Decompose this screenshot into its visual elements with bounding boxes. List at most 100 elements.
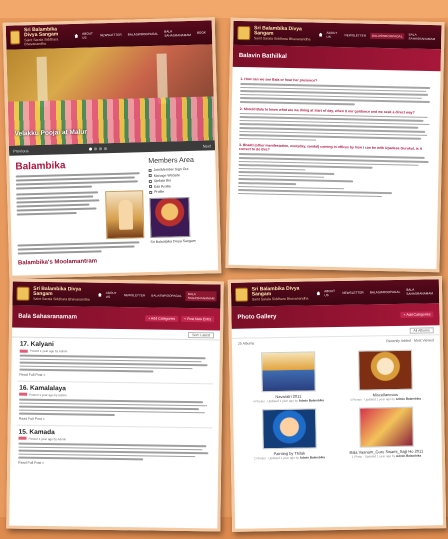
- nav-about[interactable]: ABOUT US: [324, 30, 340, 40]
- home-icon[interactable]: [98, 293, 102, 297]
- nav-bala-sahasranamam[interactable]: BALA SAHASRANAMAM: [185, 290, 217, 302]
- add-categories-button[interactable]: + Add Categories: [400, 311, 434, 318]
- gallery-grid: Navaratri 2011 4 Photos · Updated 1 year…: [232, 345, 442, 465]
- site-name: Sri Balambika Divya Sangam: [23, 26, 59, 39]
- entry-excerpt: [18, 442, 210, 462]
- site-header: Sri Balambika Divya Sangam Saint Sarala …: [230, 279, 440, 307]
- album-thumbnail[interactable]: [357, 349, 413, 391]
- main-nav: ABOUT US NEWSLETTER BALASWROOPAGAL BALA …: [319, 30, 438, 42]
- album-item[interactable]: Navaratri 2011 4 Photos · Updated 1 year…: [244, 351, 332, 404]
- sort-select[interactable]: Sort: Latest: [188, 331, 215, 338]
- screenshot-bathilkal: Sri Balambika Divya Sangam Saint Sarala …: [225, 17, 445, 273]
- slider-prev-button[interactable]: Previous: [13, 148, 29, 153]
- sangam-logo-image[interactable]: [149, 196, 191, 239]
- slider-dot[interactable]: [93, 146, 97, 150]
- nav-newsletter[interactable]: NEWSLETTER: [98, 32, 124, 39]
- nav-balaswroopagal[interactable]: BALASWROOPAGAL: [126, 31, 161, 38]
- site-logo[interactable]: [16, 286, 30, 301]
- home-icon[interactable]: [74, 34, 78, 38]
- slider-dot[interactable]: [88, 147, 92, 151]
- bullet-icon: [148, 179, 152, 183]
- album-item[interactable]: Painting by Thilak 2 Photos · Updated 1 …: [245, 408, 333, 461]
- nav-balaswroopagal[interactable]: BALASWROOPAGAL: [149, 292, 184, 298]
- site-header: Sri Balambika Divya Sangam Saint Sarala …: [12, 281, 221, 309]
- slider-next-button[interactable]: Next: [203, 143, 211, 148]
- answer-paragraph: [239, 112, 432, 144]
- site-logo[interactable]: [9, 30, 21, 45]
- read-more-link[interactable]: Read Full Post »: [19, 417, 211, 424]
- nav-newsletter[interactable]: NEWSLETTER: [340, 289, 366, 295]
- author-badge: [19, 393, 28, 397]
- album-owner-link[interactable]: Admin Balambika: [300, 455, 325, 459]
- nav-balaswroopagal[interactable]: BALASWROOPAGAL: [369, 32, 405, 40]
- album-thumbnail[interactable]: [358, 406, 414, 448]
- album-owner-link[interactable]: Admin Balambika: [396, 397, 421, 401]
- album-thumbnail[interactable]: [261, 408, 317, 450]
- album-item[interactable]: Miscellaneous 4 Photos · Updated 1 year …: [341, 349, 429, 402]
- sort-tabs[interactable]: Recently Added · Most Viewed: [386, 338, 434, 343]
- hero-pillar: [156, 53, 168, 104]
- members-link[interactable]: Profile: [149, 188, 211, 194]
- bullet-icon: [149, 190, 153, 194]
- members-area-title: Members Area: [148, 156, 194, 166]
- list-item: 16. Kamalalaya Posted 1 year ago by Admi…: [11, 382, 220, 428]
- entry-meta: Posted 1 year ago by Admin: [28, 436, 67, 442]
- hero-slideshow[interactable]: Velakku Poojai at Malur: [6, 44, 215, 146]
- site-tagline: Saint Sarala Siddhara Bhavanandha: [253, 36, 311, 42]
- nav-newsletter[interactable]: NEWSLETTER: [342, 32, 368, 39]
- answer-paragraph: [239, 83, 432, 107]
- site-tagline: Saint Sarala Siddhara Bhavanandha: [24, 37, 59, 46]
- home-icon[interactable]: [319, 33, 323, 37]
- album-thumbnail[interactable]: [260, 351, 316, 393]
- nav-newsletter[interactable]: NEWSLETTER: [122, 292, 148, 298]
- nav-about[interactable]: ABOUT US: [80, 30, 96, 40]
- screenshot-sahasranamam: Sri Balambika Divya Sangam Saint Sarala …: [6, 278, 224, 532]
- page-banner: Bala Sahasranamam + Add Categories + Pos…: [12, 305, 221, 331]
- home-icon[interactable]: [316, 291, 320, 295]
- balambika-image: [105, 190, 145, 240]
- page-title: Bala Sahasranamam: [18, 313, 77, 321]
- post-new-entry-button[interactable]: + Post New Entry: [181, 315, 215, 323]
- read-more-link[interactable]: Read Full Post »: [18, 461, 210, 468]
- entry-meta: Posted 1 year ago by Admin: [29, 348, 68, 354]
- nav-bala-sahasranamam[interactable]: BALA SAHASRANAMAM: [162, 28, 193, 39]
- members-sidebar: Members Area Join/Member Sign Out Manage…: [148, 156, 213, 263]
- answer-paragraph: [237, 153, 431, 198]
- main-nav: ABOUT US NEWSLETTER BALASWROOPAGAL BALA …: [316, 286, 435, 298]
- intro-paragraph: [15, 172, 143, 190]
- slider-dot[interactable]: [98, 146, 102, 150]
- site-tagline: Saint Sarala Siddhara Bhavanandha: [251, 296, 309, 302]
- nav-book[interactable]: BOOK: [195, 29, 208, 35]
- bullet-icon: [148, 168, 152, 172]
- slider-dots: [88, 146, 107, 151]
- author-badge: [19, 349, 28, 353]
- list-item: 17. Kalyani Posted 1 year ago by Admin R…: [11, 338, 220, 384]
- screenshot-photo-gallery: Sri Balambika Divya Sangam Saint Sarala …: [227, 276, 447, 532]
- author-badge: [18, 437, 27, 441]
- entry-excerpt: [18, 398, 211, 418]
- page-title: Balavin Bathilkal: [238, 52, 287, 60]
- nav-about[interactable]: ABOUT US: [104, 290, 120, 300]
- nav-about[interactable]: ABOUT US: [322, 288, 338, 298]
- page-title: Photo Gallery: [237, 314, 277, 321]
- bullet-icon: [148, 173, 152, 178]
- slider-dot[interactable]: [103, 146, 107, 150]
- hero-crowd-image: [7, 96, 215, 146]
- main-nav: ABOUT US NEWSLETTER BALASWROOPAGAL BALA …: [74, 27, 208, 40]
- album-owner-link[interactable]: Admin Balambika: [396, 454, 421, 458]
- nav-balaswroopagal[interactable]: BALASWROOPAGAL: [368, 289, 403, 296]
- add-categories-button[interactable]: + Add Categories: [145, 315, 179, 322]
- nav-bala-sahasranamam[interactable]: BALA SAHASRANAMAM: [406, 31, 437, 42]
- site-logo[interactable]: [234, 287, 248, 302]
- site-name: Sri Balambika Divya Sangam: [33, 285, 82, 297]
- site-logo[interactable]: [237, 25, 251, 41]
- read-more-link[interactable]: Read Full Post »: [19, 373, 211, 380]
- sangam-image-caption: Sri Balambika Divya Sangam: [150, 238, 196, 245]
- album-owner-link[interactable]: Admin Balambika: [299, 398, 324, 402]
- nav-bala-sahasranamam[interactable]: BALA SAHASRANAMAM: [404, 286, 435, 297]
- entry-excerpt: [19, 354, 211, 374]
- albums-select[interactable]: All Albums: [409, 326, 434, 334]
- list-item: 15. Kamada Posted 1 year ago by Admin Re…: [10, 425, 219, 471]
- screenshot-home: Sri Balambika Divya Sangam Saint Sarala …: [2, 17, 222, 279]
- album-item[interactable]: Bala Vaanam_Guru Swami_Sajji Ho 2011 1 P…: [342, 406, 430, 459]
